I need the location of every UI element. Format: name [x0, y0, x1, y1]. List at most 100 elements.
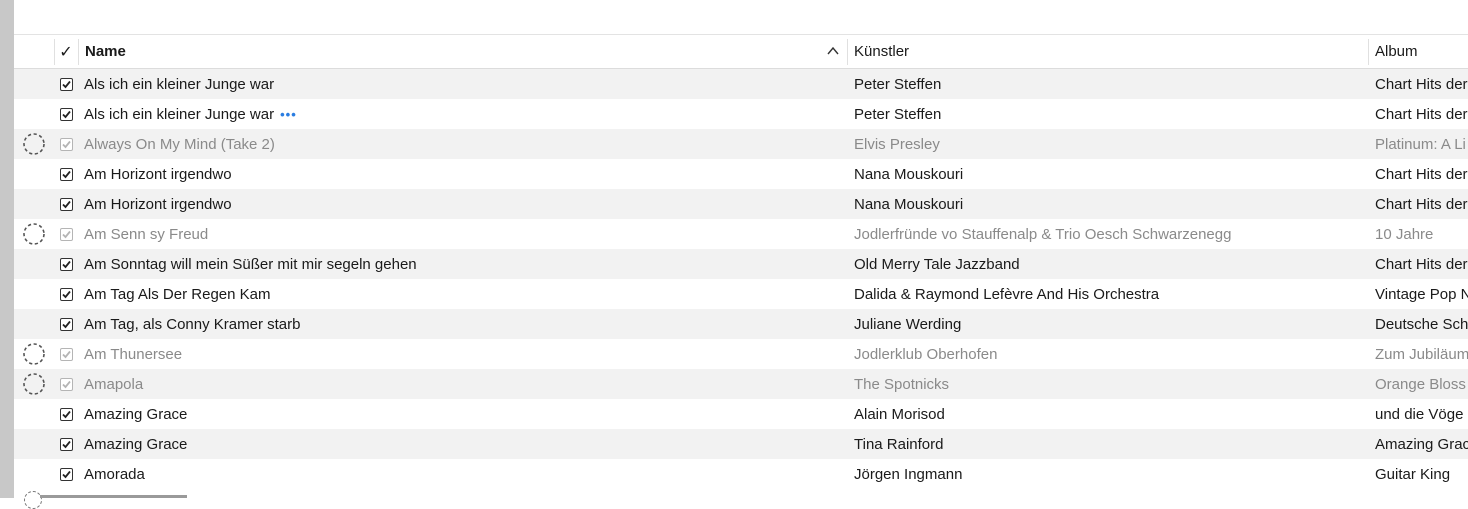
track-row[interactable]: Amapola The Spotnicks Orange Bloss: [14, 369, 1468, 399]
track-row[interactable]: Am Senn sy Freud Jodlerfründe vo Stauffen…: [14, 219, 1468, 249]
track-name-cell[interactable]: Am Thunersee: [84, 339, 844, 369]
track-album-cell[interactable]: 10 Jahre: [1375, 219, 1468, 249]
track-name-cell[interactable]: Always On My Mind (Take 2): [84, 129, 844, 159]
track-album-cell[interactable]: Chart Hits der: [1375, 69, 1468, 99]
track-name-cell[interactable]: Am Senn sy Freud: [84, 219, 844, 249]
track-checkbox[interactable]: [59, 467, 73, 481]
album-column-header[interactable]: Album: [1368, 35, 1468, 68]
track-name-cell[interactable]: Amapola: [84, 369, 844, 399]
name-column-header[interactable]: Name: [78, 35, 846, 68]
track-name-cell[interactable]: Amazing Grace: [84, 399, 844, 429]
track-album-cell[interactable]: Chart Hits der: [1375, 99, 1468, 129]
track-checkbox[interactable]: [59, 77, 73, 91]
track-row[interactable]: Als ich ein kleiner Junge war ••• Peter St…: [14, 99, 1468, 129]
track-artist-cell[interactable]: Dalida & Raymond Lefèvre And His Orchest…: [854, 279, 1359, 309]
track-checkbox[interactable]: [59, 167, 73, 181]
artist-column-header[interactable]: Künstler: [847, 35, 1367, 68]
track-artist-cell[interactable]: Old Merry Tale Jazzband: [854, 249, 1359, 279]
track-row[interactable]: Am Thunersee Jodlerklub Oberhofen Zum Jubi…: [14, 339, 1468, 369]
track-row[interactable]: Am Tag, als Conny Kramer starb Juliane We…: [14, 309, 1468, 339]
track-checkbox-cell[interactable]: [54, 429, 78, 459]
cloud-download-icon[interactable]: [22, 342, 46, 366]
track-artist-cell[interactable]: Elvis Presley: [854, 129, 1359, 159]
track-name: Amazing Grace: [84, 405, 188, 423]
track-album: Chart Hits der: [1375, 165, 1468, 183]
track-album-cell[interactable]: Orange Bloss: [1375, 369, 1468, 399]
track-checkbox[interactable]: [59, 197, 73, 211]
track-artist-cell[interactable]: Peter Steffen: [854, 99, 1359, 129]
track-checkbox-cell[interactable]: [54, 99, 78, 129]
track-checkbox-cell[interactable]: [54, 339, 78, 369]
track-album-cell[interactable]: Deutsche Schl: [1375, 309, 1468, 339]
track-checkbox-cell[interactable]: [54, 159, 78, 189]
track-checkbox-cell[interactable]: [54, 279, 78, 309]
track-album-cell[interactable]: Guitar King: [1375, 459, 1468, 489]
track-checkbox[interactable]: [59, 227, 73, 241]
track-row[interactable]: Am Horizont irgendwo Nana Mouskouri Chart …: [14, 159, 1468, 189]
track-album-cell[interactable]: Chart Hits der: [1375, 159, 1468, 189]
track-album-cell[interactable]: und die Vöge: [1375, 399, 1468, 429]
track-name-cell[interactable]: Amorada: [84, 459, 844, 489]
track-artist-cell[interactable]: Jörgen Ingmann: [854, 459, 1359, 489]
track-album-cell[interactable]: Vintage Pop N: [1375, 279, 1468, 309]
track-name-cell[interactable]: Am Horizont irgendwo: [84, 189, 844, 219]
track-artist-cell[interactable]: The Spotnicks: [854, 369, 1359, 399]
track-artist-cell[interactable]: Jodlerfründe vo Stauffenalp & Trio Oesch…: [854, 219, 1359, 249]
track-row[interactable]: Amazing Grace Alain Morisod und die Vöge: [14, 399, 1468, 429]
track-artist-cell[interactable]: Tina Rainford: [854, 429, 1359, 459]
track-artist-cell[interactable]: Juliane Werding: [854, 309, 1359, 339]
track-name-cell[interactable]: Als ich ein kleiner Junge war •••: [84, 99, 844, 129]
track-checkbox[interactable]: [59, 137, 73, 151]
track-album: und die Vöge: [1375, 405, 1464, 423]
track-checkbox-cell[interactable]: [54, 249, 78, 279]
track-album-cell[interactable]: Zum Jubiläum: [1375, 339, 1468, 369]
track-row[interactable]: Amazing Grace Tina Rainford Amazing Grac: [14, 429, 1468, 459]
track-name-cell[interactable]: Am Tag, als Conny Kramer starb: [84, 309, 844, 339]
track-checkbox-cell[interactable]: [54, 219, 78, 249]
track-checkbox[interactable]: [59, 377, 73, 391]
track-checkbox[interactable]: [59, 407, 73, 421]
track-name-cell[interactable]: Am Sonntag will mein Süßer mit mir segel…: [84, 249, 844, 279]
track-name: Amapola: [84, 375, 144, 393]
track-checkbox[interactable]: [59, 317, 73, 331]
status-cell: [14, 339, 54, 369]
track-name-cell[interactable]: Am Tag Als Der Regen Kam: [84, 279, 844, 309]
more-options-icon[interactable]: •••: [280, 107, 297, 122]
track-artist-cell[interactable]: Alain Morisod: [854, 399, 1359, 429]
track-row[interactable]: Am Tag Als Der Regen Kam Dalida & Raymond…: [14, 279, 1468, 309]
track-checkbox[interactable]: [59, 287, 73, 301]
track-checkbox-cell[interactable]: [54, 69, 78, 99]
track-checkbox[interactable]: [59, 107, 73, 121]
track-album-cell[interactable]: Amazing Grac: [1375, 429, 1468, 459]
track-row[interactable]: Always On My Mind (Take 2) Elvis Presley P…: [14, 129, 1468, 159]
track-checkbox-cell[interactable]: [54, 309, 78, 339]
track-checkbox[interactable]: [59, 347, 73, 361]
checkbox-column-header[interactable]: ✓: [54, 35, 78, 68]
track-row[interactable]: Am Horizont irgendwo Nana Mouskouri Chart …: [14, 189, 1468, 219]
track-artist: Jodlerfründe vo Stauffenalp & Trio Oesch…: [854, 225, 1232, 243]
track-name-cell[interactable]: Am Horizont irgendwo: [84, 159, 844, 189]
track-name-cell[interactable]: Amazing Grace: [84, 429, 844, 459]
track-checkbox-cell[interactable]: [54, 189, 78, 219]
cloud-download-icon[interactable]: [22, 372, 46, 396]
track-artist-cell[interactable]: Nana Mouskouri: [854, 189, 1359, 219]
track-name-cell[interactable]: Als ich ein kleiner Junge war: [84, 69, 844, 99]
track-row[interactable]: Amorada Jörgen Ingmann Guitar King: [14, 459, 1468, 489]
track-checkbox-cell[interactable]: [54, 459, 78, 489]
track-row[interactable]: Am Sonntag will mein Süßer mit mir segel…: [14, 249, 1468, 279]
track-checkbox-cell[interactable]: [54, 129, 78, 159]
track-album-cell[interactable]: Platinum: A Li: [1375, 129, 1468, 159]
track-checkbox[interactable]: [59, 257, 73, 271]
track-row[interactable]: Als ich ein kleiner Junge war Peter Steff…: [14, 69, 1468, 99]
cloud-download-icon[interactable]: [22, 132, 46, 156]
cloud-download-icon[interactable]: [22, 222, 46, 246]
track-album-cell[interactable]: Chart Hits der: [1375, 249, 1468, 279]
track-album-cell[interactable]: Chart Hits der: [1375, 189, 1468, 219]
chevron-up-icon: [827, 46, 839, 55]
track-checkbox-cell[interactable]: [54, 399, 78, 429]
track-artist-cell[interactable]: Nana Mouskouri: [854, 159, 1359, 189]
track-checkbox[interactable]: [59, 437, 73, 451]
track-artist-cell[interactable]: Jodlerklub Oberhofen: [854, 339, 1359, 369]
track-checkbox-cell[interactable]: [54, 369, 78, 399]
track-artist-cell[interactable]: Peter Steffen: [854, 69, 1359, 99]
